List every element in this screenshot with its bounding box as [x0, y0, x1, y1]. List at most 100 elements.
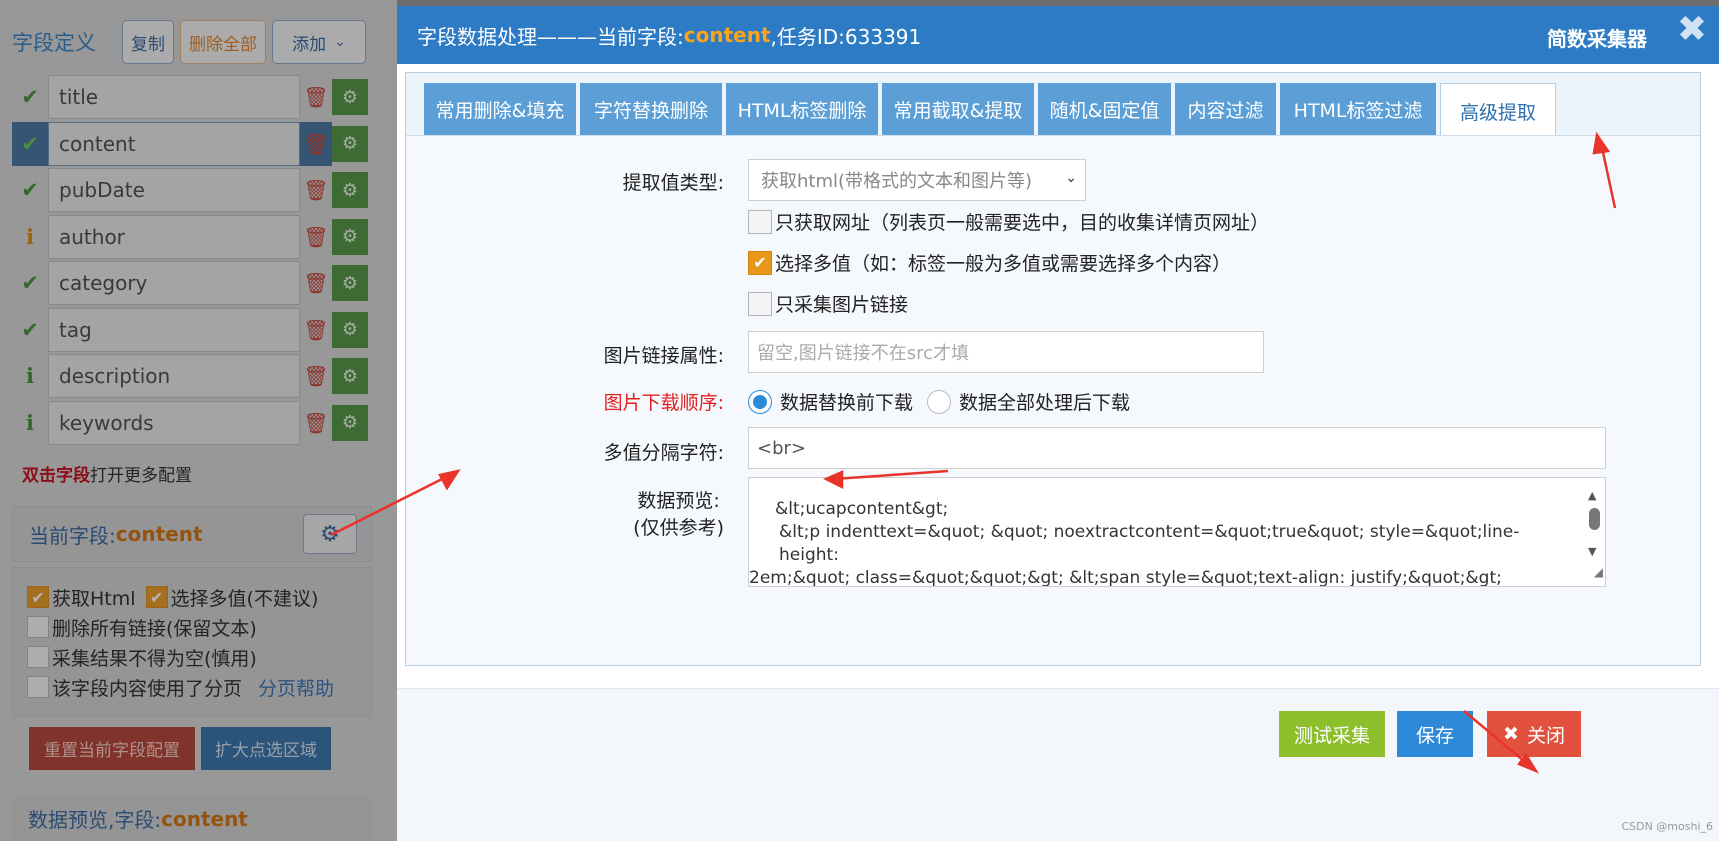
- value-type-label: 提取值类型:: [622, 172, 724, 194]
- multi-value-checkbox[interactable]: ✔: [748, 250, 772, 275]
- paging-checkbox[interactable]: [27, 676, 49, 698]
- copy-button[interactable]: 复制: [122, 20, 174, 64]
- gear-icon[interactable]: ⚙: [332, 404, 368, 441]
- preview-line: 2em;&quot; class=&quot;&quot;&gt; &lt;sp…: [749, 568, 1502, 587]
- only-img-checkbox[interactable]: [748, 291, 772, 316]
- trash-icon[interactable]: 🗑: [300, 168, 332, 212]
- img-order-after-radio[interactable]: [927, 389, 952, 414]
- modal-footer: 测试采集 保存 ✖ 关闭: [397, 688, 1719, 841]
- remove-links-checkbox[interactable]: [27, 616, 49, 638]
- trash-icon[interactable]: 🗑: [300, 215, 332, 259]
- gear-icon[interactable]: ⚙: [303, 514, 357, 554]
- delete-all-button[interactable]: 删除全部: [180, 20, 266, 64]
- img-order-before-radio[interactable]: [748, 389, 772, 414]
- trash-icon[interactable]: 🗑: [300, 121, 332, 166]
- preview-line: &lt;ucapcontent&gt;: [775, 499, 949, 519]
- tab-bar: 常用删除&填充 字符替换删除 HTML标签删除 常用截取&提取 随机&固定值 内…: [424, 83, 1560, 139]
- only-url-row: 只获取网址（列表页一般需要选中，目的收集详情页网址）: [748, 208, 1269, 235]
- field-row-title[interactable]: ✔ title 🗑 ⚙: [12, 74, 372, 121]
- tab-random-fixed[interactable]: 随机&固定值: [1038, 83, 1171, 135]
- field-name[interactable]: category: [48, 261, 300, 306]
- dblclick-hint-rest: 打开更多配置: [90, 466, 192, 486]
- field-row-content[interactable]: ✔ content 🗑 ⚙: [12, 121, 372, 168]
- field-row-tag[interactable]: ✔ tag 🗑 ⚙: [12, 307, 372, 354]
- add-button[interactable]: 添加 ⌄: [272, 20, 366, 64]
- field-def-header: 字段定义 复制 删除全部 添加 ⌄: [12, 18, 384, 66]
- current-field-bar: 当前字段: content ⚙: [12, 506, 372, 562]
- trash-icon[interactable]: 🗑: [300, 75, 332, 119]
- field-options: ✔ 获取Html ✔ 选择多值(不建议) 删除所有链接(保留文本) 采集结果不得为空…: [12, 567, 372, 717]
- option-row: 采集结果不得为空(慎用): [27, 642, 357, 672]
- field-name[interactable]: content: [48, 121, 300, 166]
- field-name[interactable]: description: [48, 354, 300, 399]
- close-icon[interactable]: ✖: [1677, 12, 1707, 48]
- img-order-radios: 数据替换前下载 数据全部处理后下载: [748, 388, 1130, 415]
- separator-label: 多值分隔字符:: [603, 442, 724, 464]
- dblclick-hint: 双击字段打开更多配置: [22, 461, 192, 486]
- trash-icon[interactable]: 🗑: [300, 354, 332, 398]
- field-name[interactable]: tag: [48, 307, 300, 352]
- preview-label: 数据预览: (仅供参考): [633, 486, 724, 540]
- gear-icon[interactable]: ⚙: [332, 311, 368, 348]
- info-icon: ℹ: [26, 364, 34, 389]
- multi-value-checkbox[interactable]: ✔: [145, 586, 168, 608]
- field-name[interactable]: title: [48, 75, 300, 120]
- field-row-pubdate[interactable]: ✔ pubDate 🗑 ⚙: [12, 167, 372, 214]
- field-row-author[interactable]: ℹ author 🗑 ⚙: [12, 214, 372, 261]
- preview-scrollbar[interactable]: ▲ ▼ ◢: [1583, 478, 1605, 586]
- scroll-up-icon[interactable]: ▲: [1588, 484, 1596, 507]
- field-row-description[interactable]: ℹ description 🗑 ⚙: [12, 353, 372, 400]
- tab-content-filter[interactable]: 内容过滤: [1175, 83, 1276, 135]
- scroll-thumb[interactable]: [1589, 508, 1600, 530]
- gear-icon[interactable]: ⚙: [332, 358, 368, 395]
- paging-help-link[interactable]: 分页帮助: [258, 674, 334, 701]
- only-url-checkbox[interactable]: [748, 209, 772, 234]
- multi-value-row: ✔ 选择多值（如：标签一般为多值或需要选择多个内容）: [748, 249, 1231, 276]
- trash-icon[interactable]: 🗑: [300, 308, 332, 352]
- img-attr-input[interactable]: 留空,图片链接不在src才填: [748, 331, 1264, 373]
- not-empty-checkbox[interactable]: [27, 646, 49, 668]
- gear-icon[interactable]: ⚙: [332, 125, 368, 162]
- field-name[interactable]: pubDate: [48, 168, 300, 213]
- tab-common-delete-fill[interactable]: 常用删除&填充: [424, 83, 576, 135]
- field-row-category[interactable]: ✔ category 🗑 ⚙: [12, 260, 372, 307]
- field-name[interactable]: author: [48, 214, 300, 259]
- expand-area-button[interactable]: 扩大点选区域: [201, 727, 331, 770]
- tab-common-extract[interactable]: 常用截取&提取: [882, 83, 1034, 135]
- only-url-label: 只获取网址（列表页一般需要选中，目的收集详情页网址）: [775, 212, 1270, 234]
- value-type-selected: 获取html(带格式的文本和图片等): [761, 171, 1033, 192]
- info-icon: ℹ: [26, 410, 34, 435]
- tab-html-tag-delete[interactable]: HTML标签删除: [726, 83, 878, 135]
- gear-icon[interactable]: ⚙: [332, 265, 368, 302]
- left-panel: 字段定义 复制 删除全部 添加 ⌄ ✔ title 🗑 ⚙ ✔ content 🗑…: [0, 0, 397, 841]
- check-icon: ✔: [21, 178, 39, 203]
- gear-icon[interactable]: ⚙: [332, 79, 368, 116]
- trash-icon[interactable]: 🗑: [300, 261, 332, 305]
- field-name[interactable]: keywords: [48, 400, 300, 445]
- value-type-select[interactable]: 获取html(带格式的文本和图片等) ⌄: [748, 159, 1086, 201]
- data-preview-textarea[interactable]: &lt;ucapcontent&gt; &lt;p indenttext=&qu…: [748, 477, 1606, 587]
- tab-html-tag-filter[interactable]: HTML标签过滤: [1280, 83, 1436, 135]
- tab-char-replace[interactable]: 字符替换删除: [580, 83, 722, 135]
- separator-input[interactable]: <br>: [748, 427, 1606, 469]
- tab-advanced-extract[interactable]: 高级提取: [1440, 83, 1556, 139]
- field-row-keywords[interactable]: ℹ keywords 🗑 ⚙: [12, 400, 372, 447]
- modal-title-suffix: ,任务ID:633391: [770, 24, 922, 49]
- get-html-checkbox[interactable]: ✔: [27, 586, 49, 608]
- reset-field-button[interactable]: 重置当前字段配置: [29, 727, 195, 770]
- img-order-before-label: 数据替换前下载: [780, 392, 914, 414]
- modal-title-prefix: 字段数据处理———当前字段:: [417, 24, 684, 49]
- test-collect-button[interactable]: 测试采集: [1279, 711, 1385, 757]
- gear-icon[interactable]: ⚙: [332, 218, 368, 255]
- scroll-down-icon[interactable]: ▼: [1588, 540, 1596, 563]
- gear-icon[interactable]: ⚙: [332, 172, 368, 209]
- modal-header: 字段数据处理———当前字段: content ,任务ID:633391 简数采集…: [397, 6, 1719, 64]
- modal-body: 常用删除&填充 字符替换删除 HTML标签删除 常用截取&提取 随机&固定值 内…: [405, 72, 1701, 666]
- modal-title-field: content: [683, 23, 771, 47]
- save-button[interactable]: 保存: [1397, 711, 1473, 757]
- close-button[interactable]: ✖ 关闭: [1487, 711, 1581, 757]
- dblclick-hint-bold: 双击字段: [22, 466, 90, 486]
- resize-grip-icon[interactable]: ◢: [1594, 561, 1603, 584]
- trash-icon[interactable]: 🗑: [300, 401, 332, 445]
- current-field-label: 当前字段:: [29, 523, 116, 548]
